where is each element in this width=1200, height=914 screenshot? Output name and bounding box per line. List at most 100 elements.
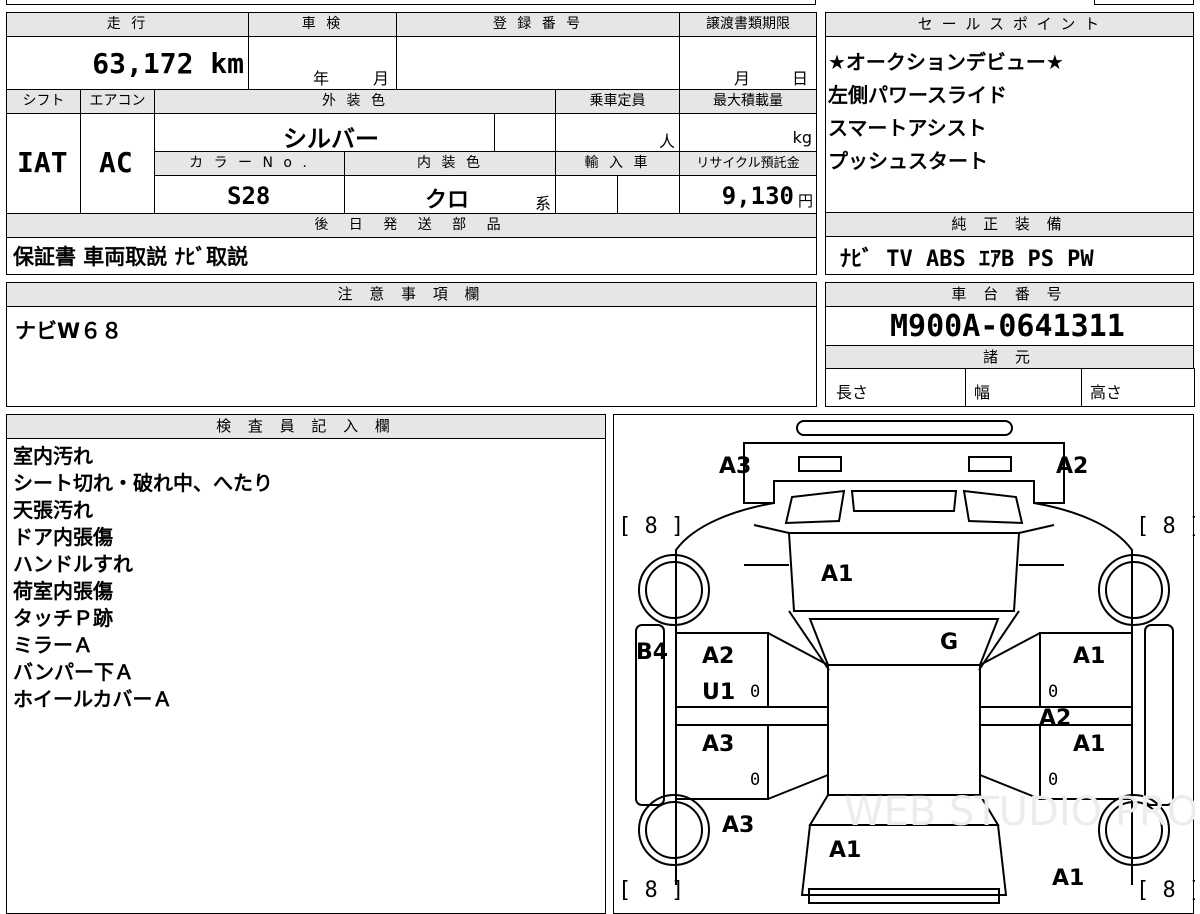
- capacity-unit: 人: [658, 132, 675, 151]
- width-cell: 幅: [965, 368, 1082, 407]
- zero-right-front: 0: [1048, 682, 1058, 702]
- shift-header: シフト: [6, 89, 81, 114]
- wheel-front-left-inner: [645, 561, 703, 619]
- interior-color-value: クロ: [425, 188, 470, 213]
- notes-panel: 注 意 事 項 欄 ナビW６８: [6, 282, 817, 407]
- inspector-header: 検 査 員 記 入 欄: [7, 415, 605, 439]
- color-no-header: カ ラ ー N o .: [154, 151, 345, 176]
- wheel-rear-left-inner: [645, 801, 703, 859]
- mark-front-left: A3: [719, 454, 751, 479]
- exterior-color-value: シルバー: [283, 125, 379, 153]
- shift-cell: IAT: [6, 113, 81, 214]
- capacity-cell: 人: [555, 113, 680, 152]
- capacity-header: 乗車定員: [555, 89, 680, 114]
- tread-front-left: [ 8 ]: [618, 514, 684, 539]
- inspector-note-10: ホイールカバーＡ: [13, 687, 173, 711]
- grille-right: [962, 489, 1024, 525]
- import-header: 輸 入 車: [555, 151, 680, 176]
- wheel-front-right-inner: [1105, 561, 1163, 619]
- sales-point-2: 左側パワースライド: [828, 83, 1007, 107]
- inspector-note-3: 天張汚れ: [13, 498, 93, 522]
- import-cell-a: [555, 175, 618, 214]
- color-no-cell: S28: [154, 175, 345, 214]
- mark-left-front-door: A2: [702, 644, 734, 669]
- inspector-note-4: ドア内張傷: [13, 525, 113, 549]
- mark-left-rear-quarter: A3: [722, 813, 754, 838]
- sales-point-1: ★オークションデビュー★: [828, 50, 1064, 74]
- exterior-color-cell: シルバー: [154, 113, 495, 153]
- front-bumper-shape: [796, 420, 1013, 436]
- windshield-shape: [808, 618, 1000, 666]
- inspector-note-2: シート切れ・破れ中、へたり: [13, 471, 273, 495]
- notes-value: ナビW６８: [15, 319, 123, 343]
- tread-front-right: [ 8 ]: [1136, 514, 1195, 539]
- mark-right-front-door: A1: [1073, 644, 1105, 669]
- max-load-cell: kg: [679, 113, 817, 152]
- transfer-day: 日: [792, 69, 809, 88]
- later-parts-header: 後 日 発 送 部 品: [6, 213, 817, 238]
- chassis-value: M900A-0641311: [890, 309, 1125, 344]
- aircon-header: エアコン: [80, 89, 155, 114]
- mark-right-center: A2: [1039, 706, 1071, 731]
- factory-equipment-panel: 純 正 装 備 ﾅﾋﾞ TV ABS ｴｱB PS PW: [825, 212, 1194, 275]
- height-cell: 高さ: [1081, 368, 1195, 407]
- sales-points-header: セ ー ル ス ポ イ ン ト: [826, 13, 1193, 37]
- interior-color-header: 内 装 色: [344, 151, 556, 176]
- mark-front-right: A2: [1056, 454, 1088, 479]
- vehicle-info-table: 走 行 車 検 登 録 番 号 譲渡書類期限 63,172 km 年 月 月 日…: [6, 12, 817, 275]
- inspector-note-9: バンパー下Ａ: [13, 660, 134, 684]
- height-label: 高さ: [1090, 383, 1123, 402]
- transfer-deadline-cell: 月 日: [679, 36, 817, 90]
- shift-value: IAT: [17, 146, 68, 179]
- aircon-cell: AC: [80, 113, 155, 214]
- chassis-header: 車 台 番 号: [826, 283, 1193, 307]
- zero-left-front: 0: [750, 682, 760, 702]
- sales-point-3: スマートアシスト: [828, 116, 987, 140]
- factory-equipment-value: ﾅﾋﾞ TV ABS ｴｱB PS PW: [840, 247, 1094, 272]
- import-cell-b: [617, 175, 680, 214]
- top-strip: [6, 0, 816, 5]
- sales-points-list: ★オークションデビュー★ 左側パワースライド スマートアシスト プッシュスタート: [828, 46, 1064, 178]
- car-diagram: WEB STUDIO PRO [ 8 ] [ 8 ] [ 8 ] [ 8 ] A…: [618, 420, 1195, 904]
- wheel-front-left: [638, 554, 710, 626]
- mileage-value: 63,172 km: [92, 47, 244, 80]
- inspection-cell: 年 月: [248, 36, 397, 90]
- grille-left: [784, 489, 846, 525]
- wheel-front-right: [1098, 554, 1170, 626]
- exterior-color-extra: [494, 113, 556, 152]
- left-headlight: [798, 456, 842, 472]
- mark-left-rear-door: A3: [702, 732, 734, 757]
- registration-cell: [396, 36, 680, 90]
- right-headlight: [968, 456, 1012, 472]
- registration-header: 登 録 番 号: [396, 12, 680, 37]
- tread-rear-left: [ 8 ]: [618, 878, 684, 903]
- mileage-cell: 63,172 km: [6, 36, 249, 90]
- recycle-header: リサイクル預託金: [679, 151, 817, 176]
- inspector-note-6: 荷室内張傷: [13, 579, 113, 603]
- length-label: 長さ: [836, 383, 869, 402]
- color-no-value: S28: [227, 182, 271, 210]
- inspector-note-7: タッチＰ跡: [13, 606, 113, 630]
- length-cell: 長さ: [825, 368, 966, 407]
- recycle-cell: 9,130 円: [679, 175, 817, 214]
- max-load-header: 最大積載量: [679, 89, 817, 114]
- notes-header: 注 意 事 項 欄: [7, 283, 816, 307]
- interior-color-suffix: 系: [534, 194, 551, 213]
- sales-points-panel: セ ー ル ス ポ イ ン ト ★オークションデビュー★ 左側パワースライド ス…: [825, 12, 1194, 213]
- inspection-year: 年: [313, 69, 330, 88]
- inspector-note-1: 室内汚れ: [13, 444, 93, 468]
- roof-shape: [827, 664, 981, 796]
- chassis-panel: 車 台 番 号 M900A-0641311 諸 元 長さ 幅 高さ: [825, 282, 1195, 407]
- zero-left-rear: 0: [750, 770, 760, 790]
- load-unit: kg: [792, 128, 812, 147]
- mileage-header: 走 行: [6, 12, 249, 37]
- mark-left-front-door-2: U1: [702, 680, 735, 705]
- top-strip-right: [1094, 0, 1194, 5]
- tread-rear-right: [ 8 ]: [1136, 878, 1195, 903]
- transfer-month: 月: [734, 69, 751, 88]
- mark-right-rear-door: A1: [1073, 732, 1105, 757]
- exterior-color-header: 外 装 色: [154, 89, 556, 114]
- inspector-notes-list: 室内汚れ シート切れ・破れ中、へたり 天張汚れ ドア内張傷 ハンドルすれ 荷室内…: [13, 443, 273, 713]
- recycle-unit: 円: [797, 192, 813, 210]
- inspector-note-8: ミラーＡ: [13, 633, 93, 657]
